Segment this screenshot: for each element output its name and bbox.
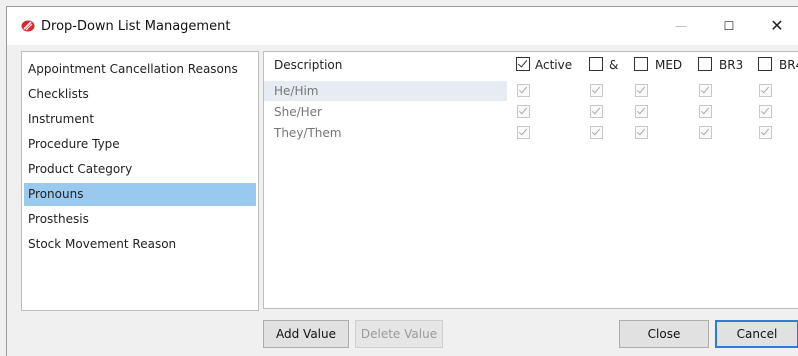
ampersand-column-header: & bbox=[609, 58, 619, 72]
app-logo-icon bbox=[21, 20, 35, 32]
row-description[interactable]: They/Them bbox=[274, 126, 341, 140]
delete-value-button[interactable]: Delete Value bbox=[355, 320, 443, 348]
row-med-checkbox[interactable] bbox=[635, 105, 648, 118]
dialog-window: Drop-Down List Management — ☐ ✕ Appointm… bbox=[6, 6, 798, 356]
med-column-header: MED bbox=[655, 58, 683, 72]
list-item-appointment-cancellation-reasons[interactable]: Appointment Cancellation Reasons bbox=[24, 58, 256, 81]
list-item-pronouns[interactable]: Pronouns bbox=[24, 183, 256, 206]
br3-header-checkbox[interactable] bbox=[698, 57, 712, 71]
maximize-button[interactable]: ☐ bbox=[707, 13, 751, 39]
br4-header-checkbox[interactable] bbox=[758, 57, 772, 71]
row-active-checkbox[interactable] bbox=[517, 84, 530, 97]
row-description[interactable]: She/Her bbox=[274, 105, 322, 119]
row-br4-checkbox[interactable] bbox=[759, 126, 772, 139]
br3-column-header: BR3 bbox=[719, 58, 744, 72]
row-med-checkbox[interactable] bbox=[635, 84, 648, 97]
row-br4-checkbox[interactable] bbox=[759, 105, 772, 118]
table-row[interactable]: She/Her bbox=[264, 102, 798, 122]
category-list[interactable]: Appointment Cancellation Reasons Checkli… bbox=[21, 51, 259, 311]
row-br4-checkbox[interactable] bbox=[759, 84, 772, 97]
table-row[interactable]: They/Them bbox=[264, 123, 798, 143]
active-header-checkbox[interactable] bbox=[516, 57, 530, 71]
cancel-button[interactable]: Cancel bbox=[715, 320, 798, 348]
list-item-checklists[interactable]: Checklists bbox=[24, 83, 256, 106]
list-item-stock-movement-reason[interactable]: Stock Movement Reason bbox=[24, 233, 256, 256]
row-br3-checkbox[interactable] bbox=[699, 105, 712, 118]
list-item-prosthesis[interactable]: Prosthesis bbox=[24, 208, 256, 231]
values-grid: Description Active & MED BR3 BR4 He/Him … bbox=[263, 51, 798, 309]
row-med-checkbox[interactable] bbox=[635, 126, 648, 139]
close-window-button[interactable]: ✕ bbox=[755, 13, 798, 39]
close-button[interactable]: Close bbox=[619, 320, 709, 348]
list-item-procedure-type[interactable]: Procedure Type bbox=[24, 133, 256, 156]
title-bar: Drop-Down List Management — ☐ ✕ bbox=[7, 7, 798, 45]
add-value-button[interactable]: Add Value bbox=[263, 320, 349, 348]
row-active-checkbox[interactable] bbox=[517, 105, 530, 118]
active-column-header: Active bbox=[535, 58, 573, 72]
list-item-instrument[interactable]: Instrument bbox=[24, 108, 256, 131]
description-column-header[interactable]: Description bbox=[274, 58, 342, 72]
br4-column-header: BR4 bbox=[779, 58, 798, 72]
row-br3-checkbox[interactable] bbox=[699, 126, 712, 139]
row-active-checkbox[interactable] bbox=[517, 126, 530, 139]
row-br3-checkbox[interactable] bbox=[699, 84, 712, 97]
grid-header: Description Active & MED BR3 BR4 bbox=[264, 52, 798, 79]
row-description[interactable]: He/Him bbox=[274, 84, 319, 98]
window-title: Drop-Down List Management bbox=[41, 19, 231, 34]
row-ampersand-checkbox[interactable] bbox=[590, 105, 603, 118]
row-ampersand-checkbox[interactable] bbox=[590, 126, 603, 139]
row-ampersand-checkbox[interactable] bbox=[590, 84, 603, 97]
med-header-checkbox[interactable] bbox=[634, 57, 648, 71]
ampersand-header-checkbox[interactable] bbox=[589, 57, 603, 71]
minimize-button[interactable]: — bbox=[659, 13, 703, 39]
list-item-product-category[interactable]: Product Category bbox=[24, 158, 256, 181]
table-row[interactable]: He/Him bbox=[264, 81, 798, 101]
